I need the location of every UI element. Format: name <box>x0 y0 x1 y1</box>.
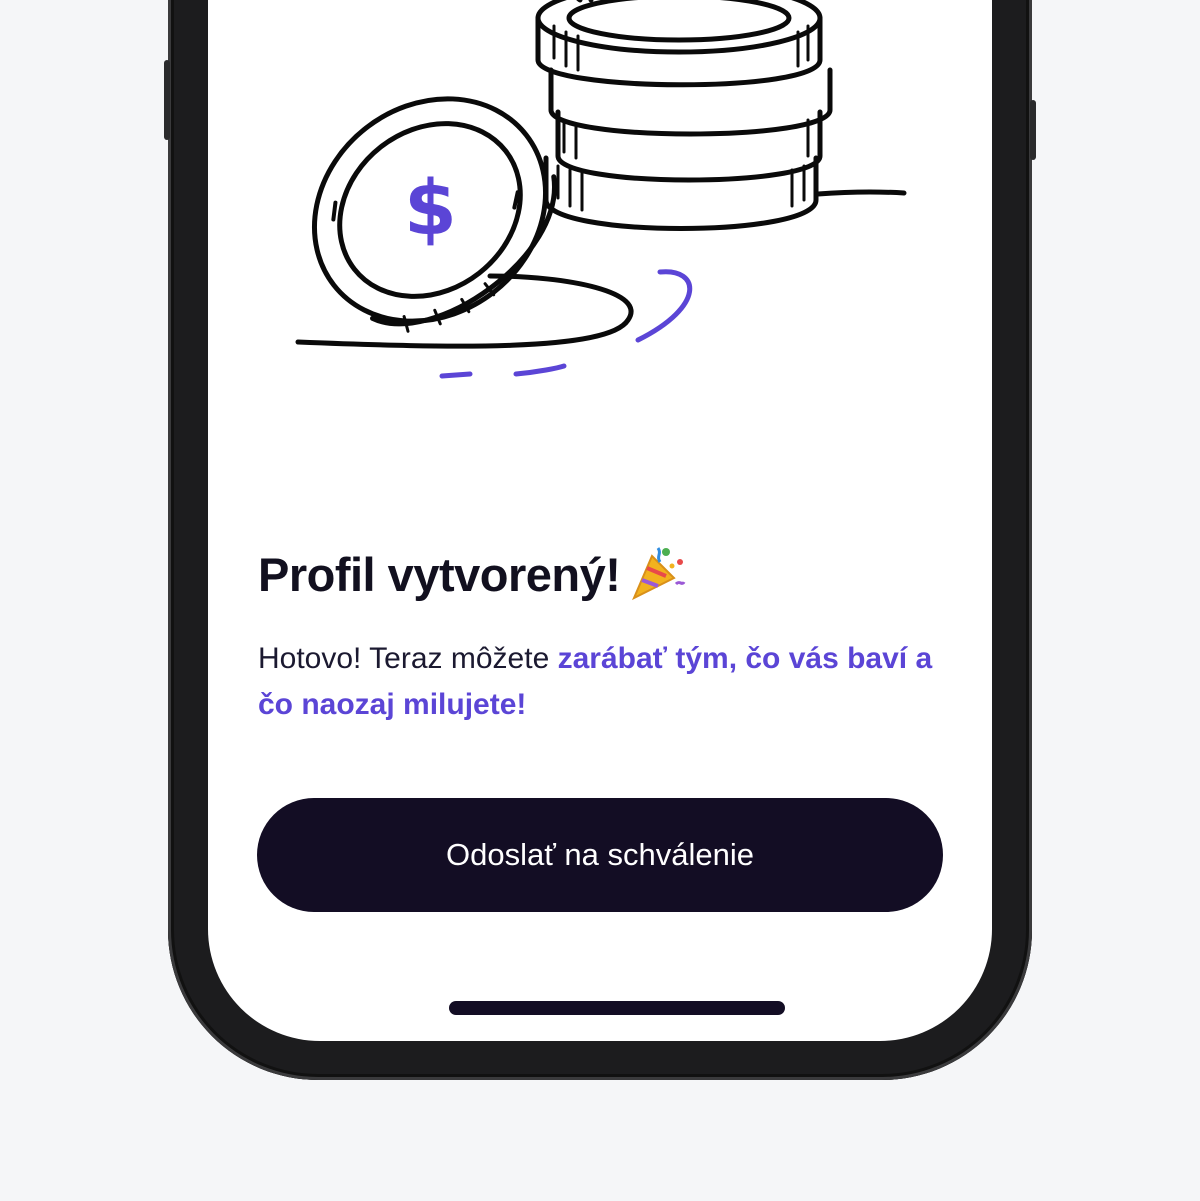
phone-screen: $ Profil vytvorený! Hotovo! Teraz môžete… <box>208 0 992 1041</box>
home-indicator[interactable] <box>449 1001 785 1015</box>
phone-side-button-left <box>164 60 170 140</box>
dollar-symbol: $ <box>404 163 457 252</box>
motion-lines <box>439 269 693 379</box>
coin-stack <box>535 0 833 231</box>
page-title: Profil vytvorený! <box>258 544 686 613</box>
onboarding-description: Hotovo! Teraz môžete zarábať tým, čo vás… <box>258 636 938 728</box>
party-popper-icon <box>626 544 686 613</box>
page-background: $ Profil vytvorený! Hotovo! Teraz môžete… <box>0 0 1200 1201</box>
description-text: Hotovo! Teraz môžete <box>258 642 558 675</box>
submit-for-approval-button[interactable]: Odoslať na schválenie <box>257 798 943 912</box>
phone-side-button-right <box>1030 100 1036 160</box>
coins-stack-illustration: $ <box>295 0 907 379</box>
leaning-coin: $ <box>311 96 557 333</box>
